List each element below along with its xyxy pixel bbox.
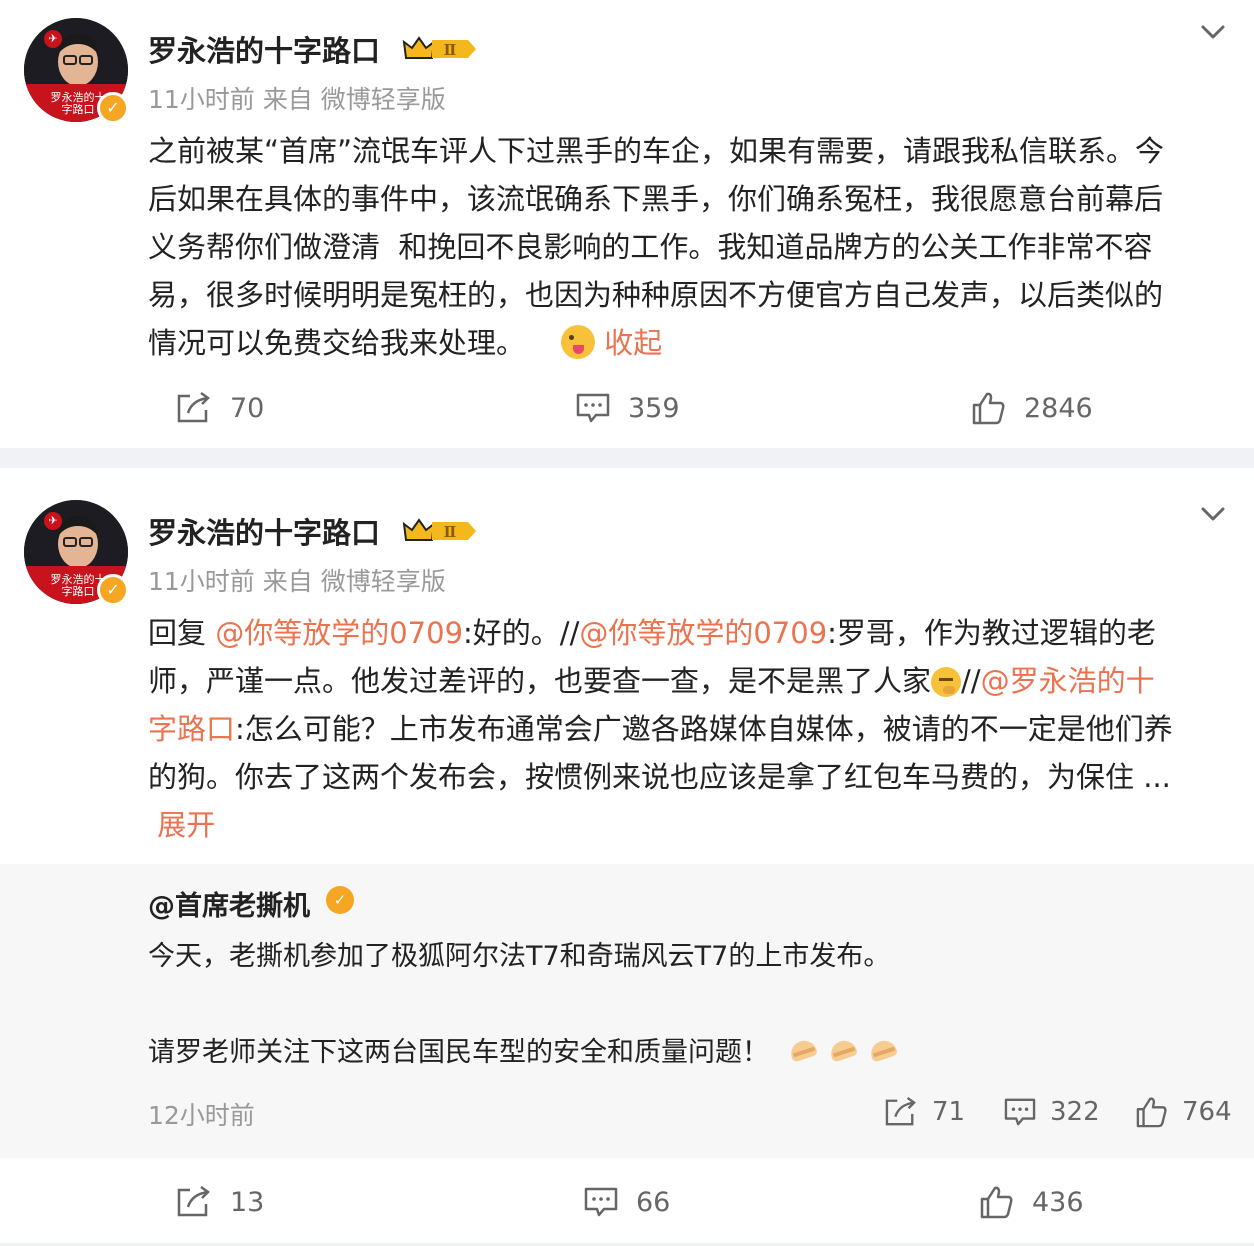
quoted-repost-button[interactable]: 71 bbox=[884, 1092, 965, 1132]
quoted-post[interactable]: @首席老撕机 ✓ 今天，老撕机参加了极狐阿尔法T7和奇瑞风云T7的上市发布。 请… bbox=[0, 864, 1254, 1158]
mention-link[interactable]: @你等放学的0709 bbox=[579, 616, 827, 650]
reply-text: :怎么可能？上市发布通常会广邀各路媒体自媒体，被请的不一定是他们养 bbox=[235, 712, 1173, 746]
post-time: 11小时前 bbox=[148, 567, 255, 596]
chevron-down-icon[interactable] bbox=[1198, 20, 1228, 44]
praying-hands-icon bbox=[787, 1037, 821, 1065]
post-meta: 11小时前 来自 微博轻享版 bbox=[148, 80, 446, 116]
post-text-line-last: 情况可以免费交给我来处理。 收起 bbox=[148, 319, 1238, 367]
mention-link[interactable]: @罗永浩的十 bbox=[981, 664, 1155, 698]
reply-text: // bbox=[961, 664, 981, 698]
mention-link[interactable]: 字路口 bbox=[148, 712, 235, 746]
post-text: 之前被某“首席”流氓车评人下过黑手的车企，如果有需要，请跟我私信联系。今 后如果… bbox=[148, 127, 1238, 367]
post-source: 来自 微博轻享版 bbox=[262, 567, 446, 596]
comment-count: 322 bbox=[1050, 1097, 1100, 1127]
plane-icon: ✈ bbox=[44, 512, 62, 530]
post-actions: 13 66 436 bbox=[0, 1182, 1254, 1222]
post-text-tail: 情况可以免费交给我来处理。 bbox=[148, 326, 526, 360]
thinking-emoji-icon bbox=[931, 667, 962, 697]
chevron-down-icon[interactable] bbox=[1198, 502, 1228, 526]
reply-text: :罗哥，作为教过逻辑的老 bbox=[827, 616, 1156, 650]
repost-count: 13 bbox=[230, 1186, 265, 1218]
repost-count: 71 bbox=[932, 1097, 966, 1127]
like-button[interactable]: 2846 bbox=[972, 388, 1093, 428]
praying-hands-icon bbox=[827, 1037, 861, 1065]
verified-badge-icon: ✓ bbox=[97, 92, 129, 124]
comment-icon bbox=[576, 393, 610, 423]
member-crown-icon[interactable]: Ⅱ bbox=[402, 34, 478, 62]
member-crown-icon[interactable]: Ⅱ bbox=[402, 516, 478, 544]
repost-button[interactable]: 13 bbox=[176, 1182, 264, 1222]
comment-icon bbox=[1004, 1098, 1036, 1126]
post-text-line: 之前被某“首席”流氓车评人下过黑手的车企，如果有需要，请跟我私信联系。今 bbox=[148, 134, 1165, 168]
thumbs-up-icon bbox=[972, 392, 1005, 425]
post-text: 回复 @你等放学的0709:好的。//@你等放学的0709:罗哥，作为教过逻辑的… bbox=[148, 609, 1238, 849]
post-text-line: 字路口:怎么可能？上市发布通常会广邀各路媒体自媒体，被请的不一定是他们养 bbox=[148, 705, 1238, 753]
like-count: 2846 bbox=[1024, 392, 1093, 424]
like-count: 436 bbox=[1032, 1186, 1084, 1218]
weibo-post: ✈ 罗永浩的十字路口 ✓ 罗永浩的十字路口 Ⅱ 11小时前 来自 微博轻享版 之… bbox=[0, 0, 1254, 448]
post-text-line: 易，很多时候明明是冤枉的，也因为种种原因不方便官方自己发声，以后类似的 bbox=[148, 278, 1164, 312]
quoted-comment-button[interactable]: 322 bbox=[1004, 1092, 1100, 1132]
comment-count: 66 bbox=[636, 1186, 671, 1218]
quoted-author[interactable]: @首席老撕机 bbox=[148, 884, 310, 923]
post-time: 11小时前 bbox=[148, 85, 255, 114]
post-text-line: 的狗。你去了这两个发布会，按惯例来说也应该是拿了红包车马费的，为保住 ... bbox=[148, 760, 1171, 794]
verified-badge-icon: ✓ bbox=[326, 886, 354, 914]
weibo-post: ✈ 罗永浩的十字路口 ✓ 罗永浩的十字路口 Ⅱ 11小时前 来自 微博轻享版 回… bbox=[0, 468, 1254, 1243]
collapse-link[interactable]: 收起 bbox=[604, 326, 662, 360]
post-source: 来自 微博轻享版 bbox=[262, 85, 446, 114]
post-text-line: 后如果在具体的事件中，该流氓确系下黑手，你们确系冤枉，我很愿意台前幕后 bbox=[148, 182, 1164, 216]
post-text-line: 义务帮你们做澄清 和挽回不良影响的工作。我知道品牌方的公关工作非常不容 bbox=[148, 230, 1153, 264]
author-name[interactable]: 罗永浩的十字路口 bbox=[148, 510, 380, 552]
plane-icon: ✈ bbox=[44, 30, 62, 48]
quoted-text: 请罗老师关注下这两台国民车型的安全和质量问题！ bbox=[148, 1037, 769, 1068]
thumbs-up-icon bbox=[980, 1186, 1013, 1219]
post-separator bbox=[0, 448, 1254, 468]
reply-prefix: 回复 bbox=[148, 616, 216, 650]
repost-button[interactable]: 70 bbox=[176, 388, 264, 428]
thumbs-up-icon bbox=[1136, 1097, 1167, 1128]
post-actions: 70 359 2846 bbox=[0, 388, 1254, 428]
member-level-label: Ⅱ bbox=[444, 523, 457, 541]
post-text-line: 师，严谨一点。他发过差评的，也要查一查，是不是黑了人家 //@罗永浩的十 bbox=[148, 657, 1238, 705]
quoted-like-button[interactable]: 764 bbox=[1136, 1092, 1232, 1132]
post-text-line: 展开 bbox=[148, 801, 1238, 849]
quoted-time: 12小时前 bbox=[148, 1101, 255, 1130]
comment-button[interactable]: 359 bbox=[576, 388, 680, 428]
mention-link[interactable]: @你等放学的0709 bbox=[215, 616, 463, 650]
praying-hands-icon bbox=[867, 1037, 901, 1065]
reply-text: 师，严谨一点。他发过差评的，也要查一查，是不是黑了人家 bbox=[148, 664, 932, 698]
expand-link[interactable]: 展开 bbox=[157, 808, 215, 842]
repost-icon bbox=[177, 1186, 210, 1217]
post-meta: 11小时前 来自 微博轻享版 bbox=[148, 562, 446, 598]
like-count: 764 bbox=[1182, 1097, 1232, 1127]
member-level-label: Ⅱ bbox=[444, 41, 457, 59]
post-text-line: 回复 @你等放学的0709:好的。//@你等放学的0709:罗哥，作为教过逻辑的… bbox=[148, 609, 1238, 657]
quoted-text-line: 请罗老师关注下这两台国民车型的安全和质量问题！ bbox=[148, 1030, 907, 1069]
reply-text: :好的。// bbox=[463, 616, 580, 650]
tongue-emoji-icon bbox=[561, 325, 596, 359]
repost-icon bbox=[177, 392, 210, 423]
quoted-text-line: 今天，老撕机参加了极狐阿尔法T7和奇瑞风云T7的上市发布。 bbox=[148, 941, 891, 972]
like-button[interactable]: 436 bbox=[980, 1182, 1084, 1222]
author-name[interactable]: 罗永浩的十字路口 bbox=[148, 28, 380, 70]
repost-count: 70 bbox=[230, 392, 265, 424]
comment-icon bbox=[584, 1187, 618, 1217]
repost-icon bbox=[885, 1097, 916, 1126]
verified-badge-icon: ✓ bbox=[97, 574, 129, 606]
comment-count: 359 bbox=[628, 392, 680, 424]
comment-button[interactable]: 66 bbox=[584, 1182, 670, 1222]
